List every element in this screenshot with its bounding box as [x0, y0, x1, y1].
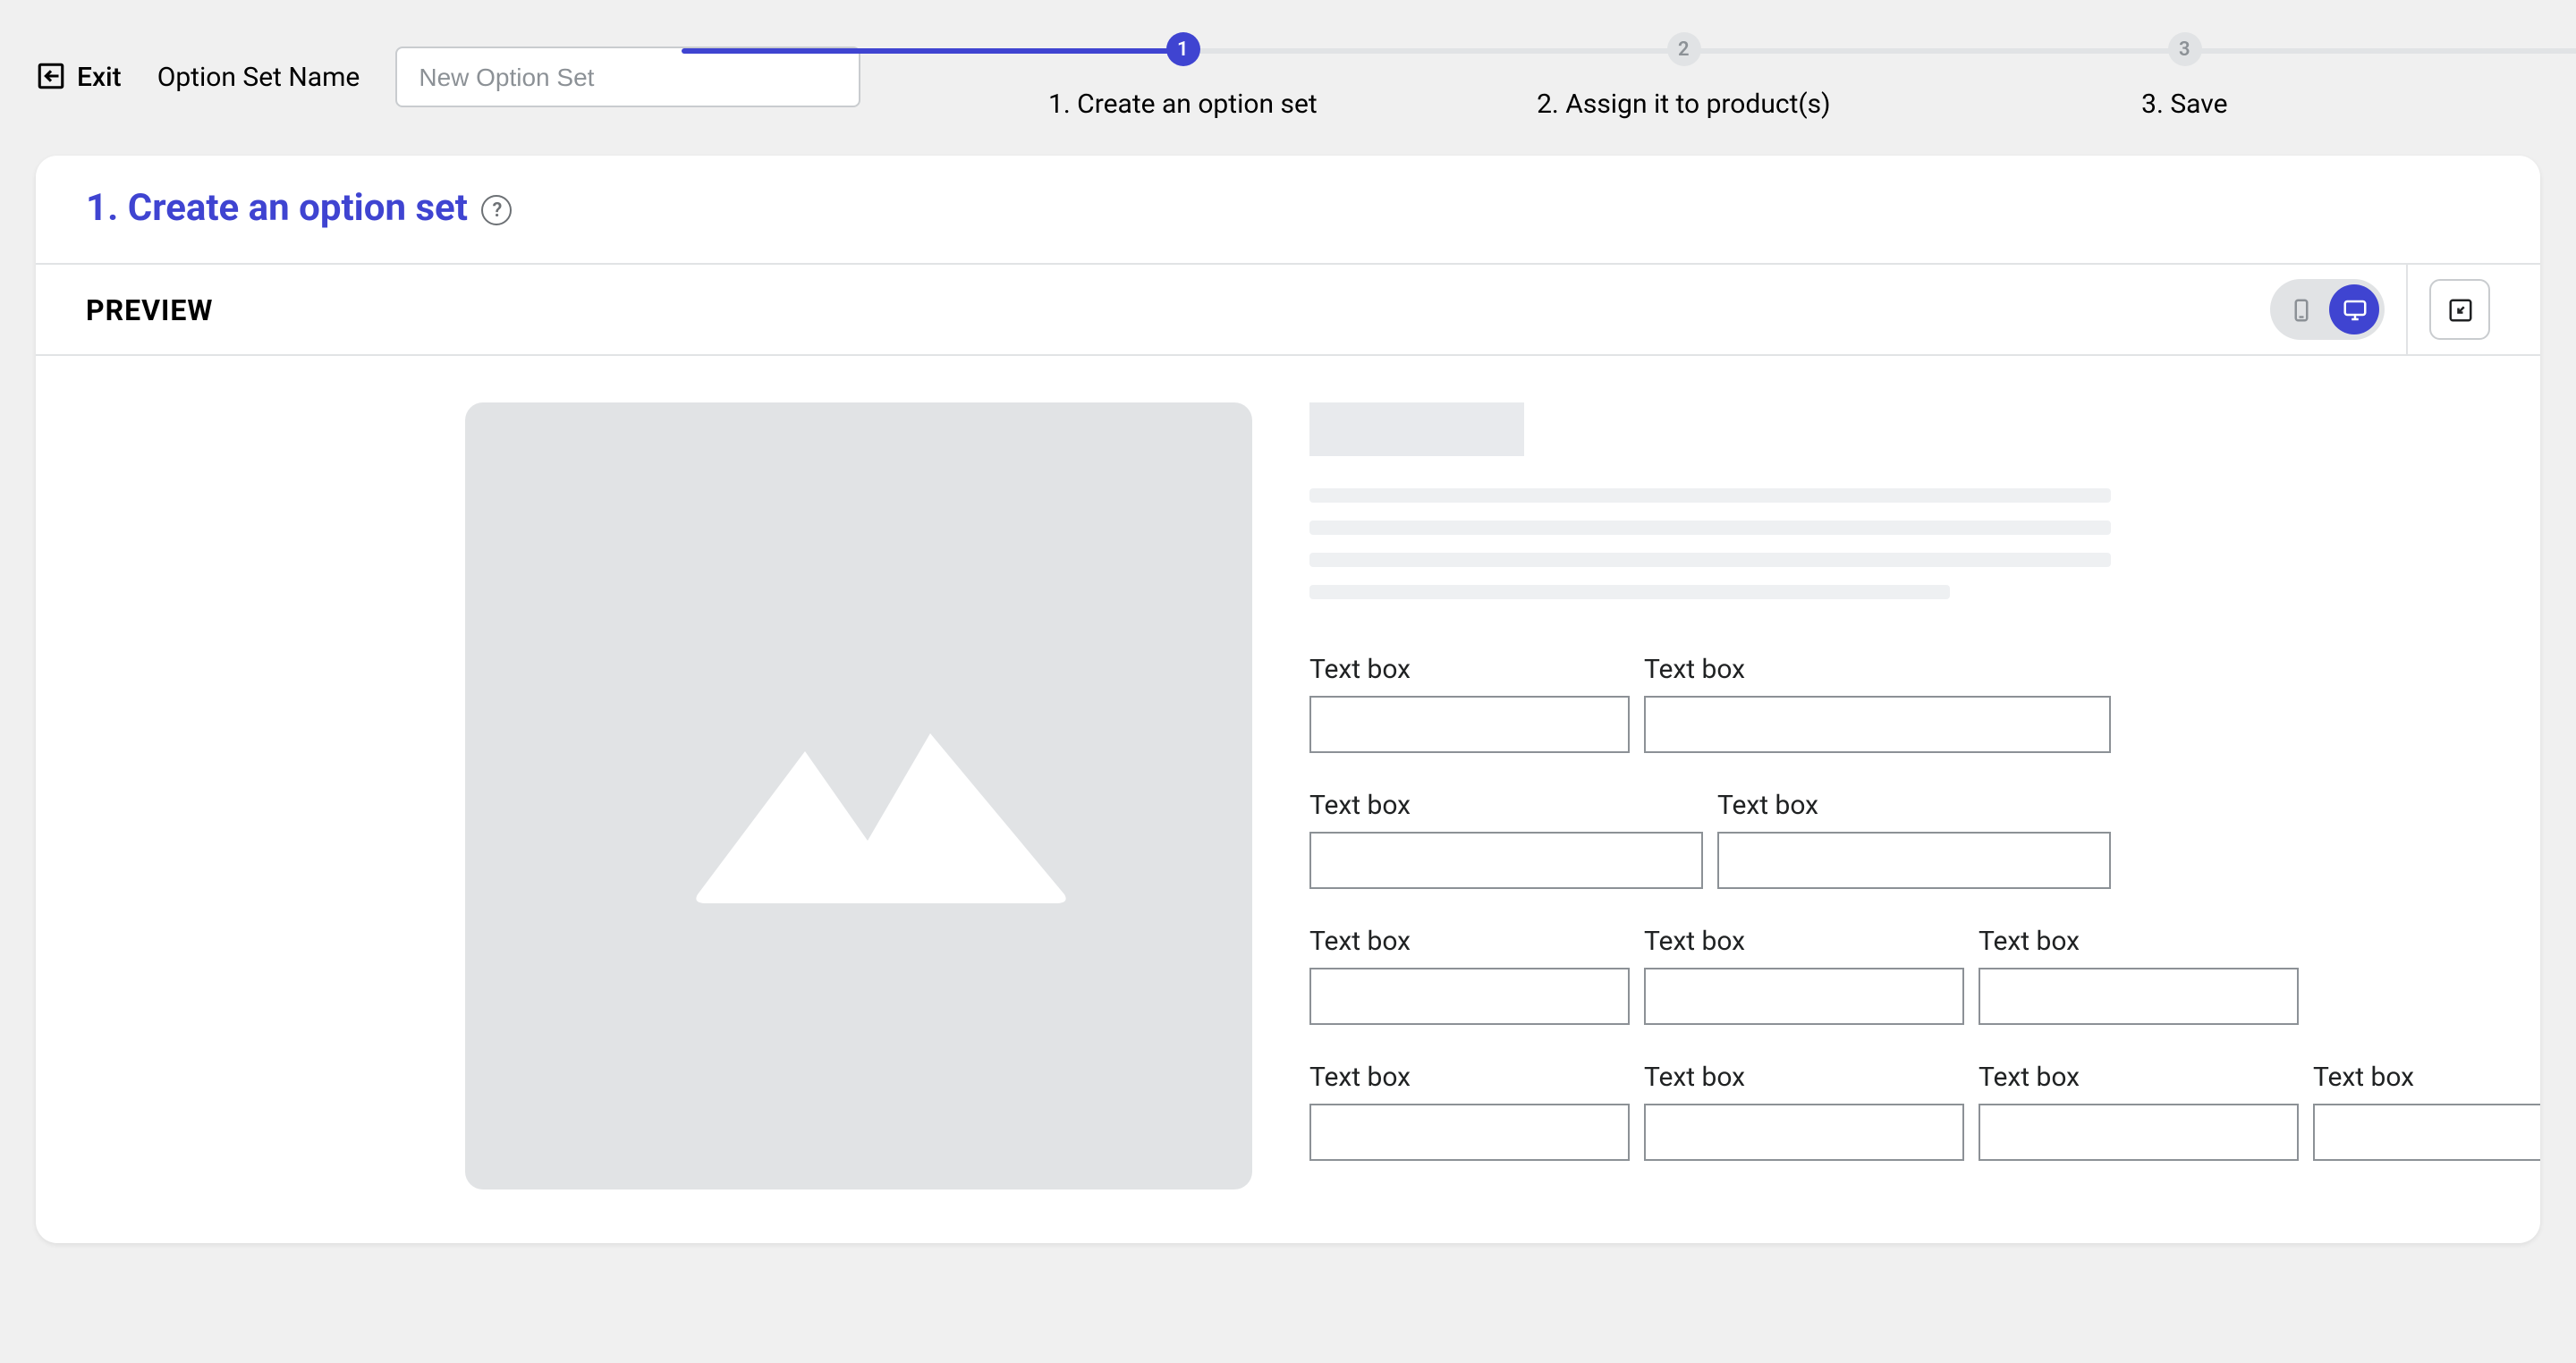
text-input[interactable]: [1717, 832, 2111, 889]
text-field: Text box: [1309, 653, 1630, 753]
view-toggle: [2270, 279, 2385, 340]
option-name-input[interactable]: [395, 46, 860, 106]
stepper: 1 1. Create an option set 2 2. Assign it…: [896, 32, 2470, 120]
text-field: Text box: [1309, 789, 1703, 889]
field-label: Text box: [1644, 925, 1964, 957]
text-input[interactable]: [1979, 968, 2299, 1025]
main-card: 1. Create an option set ? PREVIEW: [36, 156, 2540, 1243]
skeleton-line: [1309, 521, 2111, 535]
field-label: Text box: [2313, 1061, 2540, 1093]
field-row-2: Text box Text box: [1309, 789, 2111, 889]
help-icon[interactable]: ?: [482, 194, 513, 224]
step-2[interactable]: 2 2. Assign it to product(s): [1433, 32, 1934, 120]
desktop-icon: [2341, 296, 2368, 323]
field-label: Text box: [1979, 925, 2299, 957]
field-label: Text box: [1979, 1061, 2299, 1093]
text-input[interactable]: [1309, 696, 1630, 753]
step-3-circle: 3: [2167, 32, 2201, 66]
mobile-view-button[interactable]: [2275, 284, 2326, 334]
preview-label: PREVIEW: [86, 292, 213, 326]
divider: [2406, 263, 2408, 356]
skeleton-title: [1309, 402, 1524, 456]
text-input[interactable]: [1979, 1104, 2299, 1161]
text-input[interactable]: [1309, 968, 1630, 1025]
collapse-button[interactable]: [2429, 279, 2490, 340]
skeleton-line: [1309, 585, 1951, 599]
text-field: Text box: [1309, 1061, 1630, 1161]
field-label: Text box: [1644, 653, 2111, 685]
skeleton-line: [1309, 488, 2111, 503]
exit-label: Exit: [77, 60, 122, 92]
text-field: Text box: [1717, 789, 2111, 889]
step-1-label: 1. Create an option set: [1048, 88, 1318, 120]
text-field: Text box: [2313, 1061, 2540, 1161]
field-label: Text box: [1644, 1061, 1964, 1093]
form-area: Text box Text box Text box Text box: [1309, 402, 2111, 1189]
field-label: Text box: [1309, 789, 1703, 821]
text-input[interactable]: [1309, 832, 1703, 889]
field-label: Text box: [1717, 789, 2111, 821]
field-label: Text box: [1309, 653, 1630, 685]
field-label: Text box: [1309, 925, 1630, 957]
step-2-label: 2. Assign it to product(s): [1537, 88, 1831, 120]
step-3[interactable]: 3 3. Save: [1934, 32, 2435, 120]
text-input[interactable]: [1309, 1104, 1630, 1161]
field-row-3: Text box Text box Text box: [1309, 925, 2111, 1025]
exit-button[interactable]: Exit: [36, 60, 122, 92]
mobile-icon: [2287, 296, 2314, 323]
text-field: Text box: [1644, 653, 2111, 753]
text-field: Text box: [1644, 1061, 1964, 1161]
step-1-circle: 1: [1165, 32, 1199, 66]
text-field: Text box: [1979, 925, 2299, 1025]
card-header: 1. Create an option set ?: [36, 156, 2540, 263]
image-placeholder-icon: [626, 671, 1091, 921]
card-title: 1. Create an option set: [86, 188, 468, 231]
field-row-4: Text box Text box Text box Text box: [1309, 1061, 2111, 1161]
step-2-circle: 2: [1666, 32, 1700, 66]
top-bar: Exit Option Set Name 1 1. Create an opti…: [0, 0, 2576, 120]
option-name-label: Option Set Name: [157, 60, 360, 92]
text-field: Text box: [1979, 1061, 2299, 1161]
text-input[interactable]: [1644, 968, 1964, 1025]
collapse-icon: [2446, 296, 2473, 323]
text-input[interactable]: [1644, 1104, 1964, 1161]
step-3-label: 3. Save: [2141, 88, 2227, 120]
text-input[interactable]: [2313, 1104, 2540, 1161]
skeleton-line: [1309, 553, 2111, 567]
text-field: Text box: [1309, 925, 1630, 1025]
field-label: Text box: [1309, 1061, 1630, 1093]
preview-content: Text box Text box Text box Text box: [36, 356, 2540, 1243]
desktop-view-button[interactable]: [2329, 284, 2379, 334]
preview-controls: [2270, 279, 2490, 340]
step-1[interactable]: 1 1. Create an option set: [932, 32, 1433, 120]
text-field: Text box: [1644, 925, 1964, 1025]
preview-bar: PREVIEW: [36, 263, 2540, 356]
text-input[interactable]: [1644, 696, 2111, 753]
exit-icon: [36, 61, 66, 91]
product-image-placeholder: [465, 402, 1252, 1189]
field-row-1: Text box Text box: [1309, 653, 2111, 753]
